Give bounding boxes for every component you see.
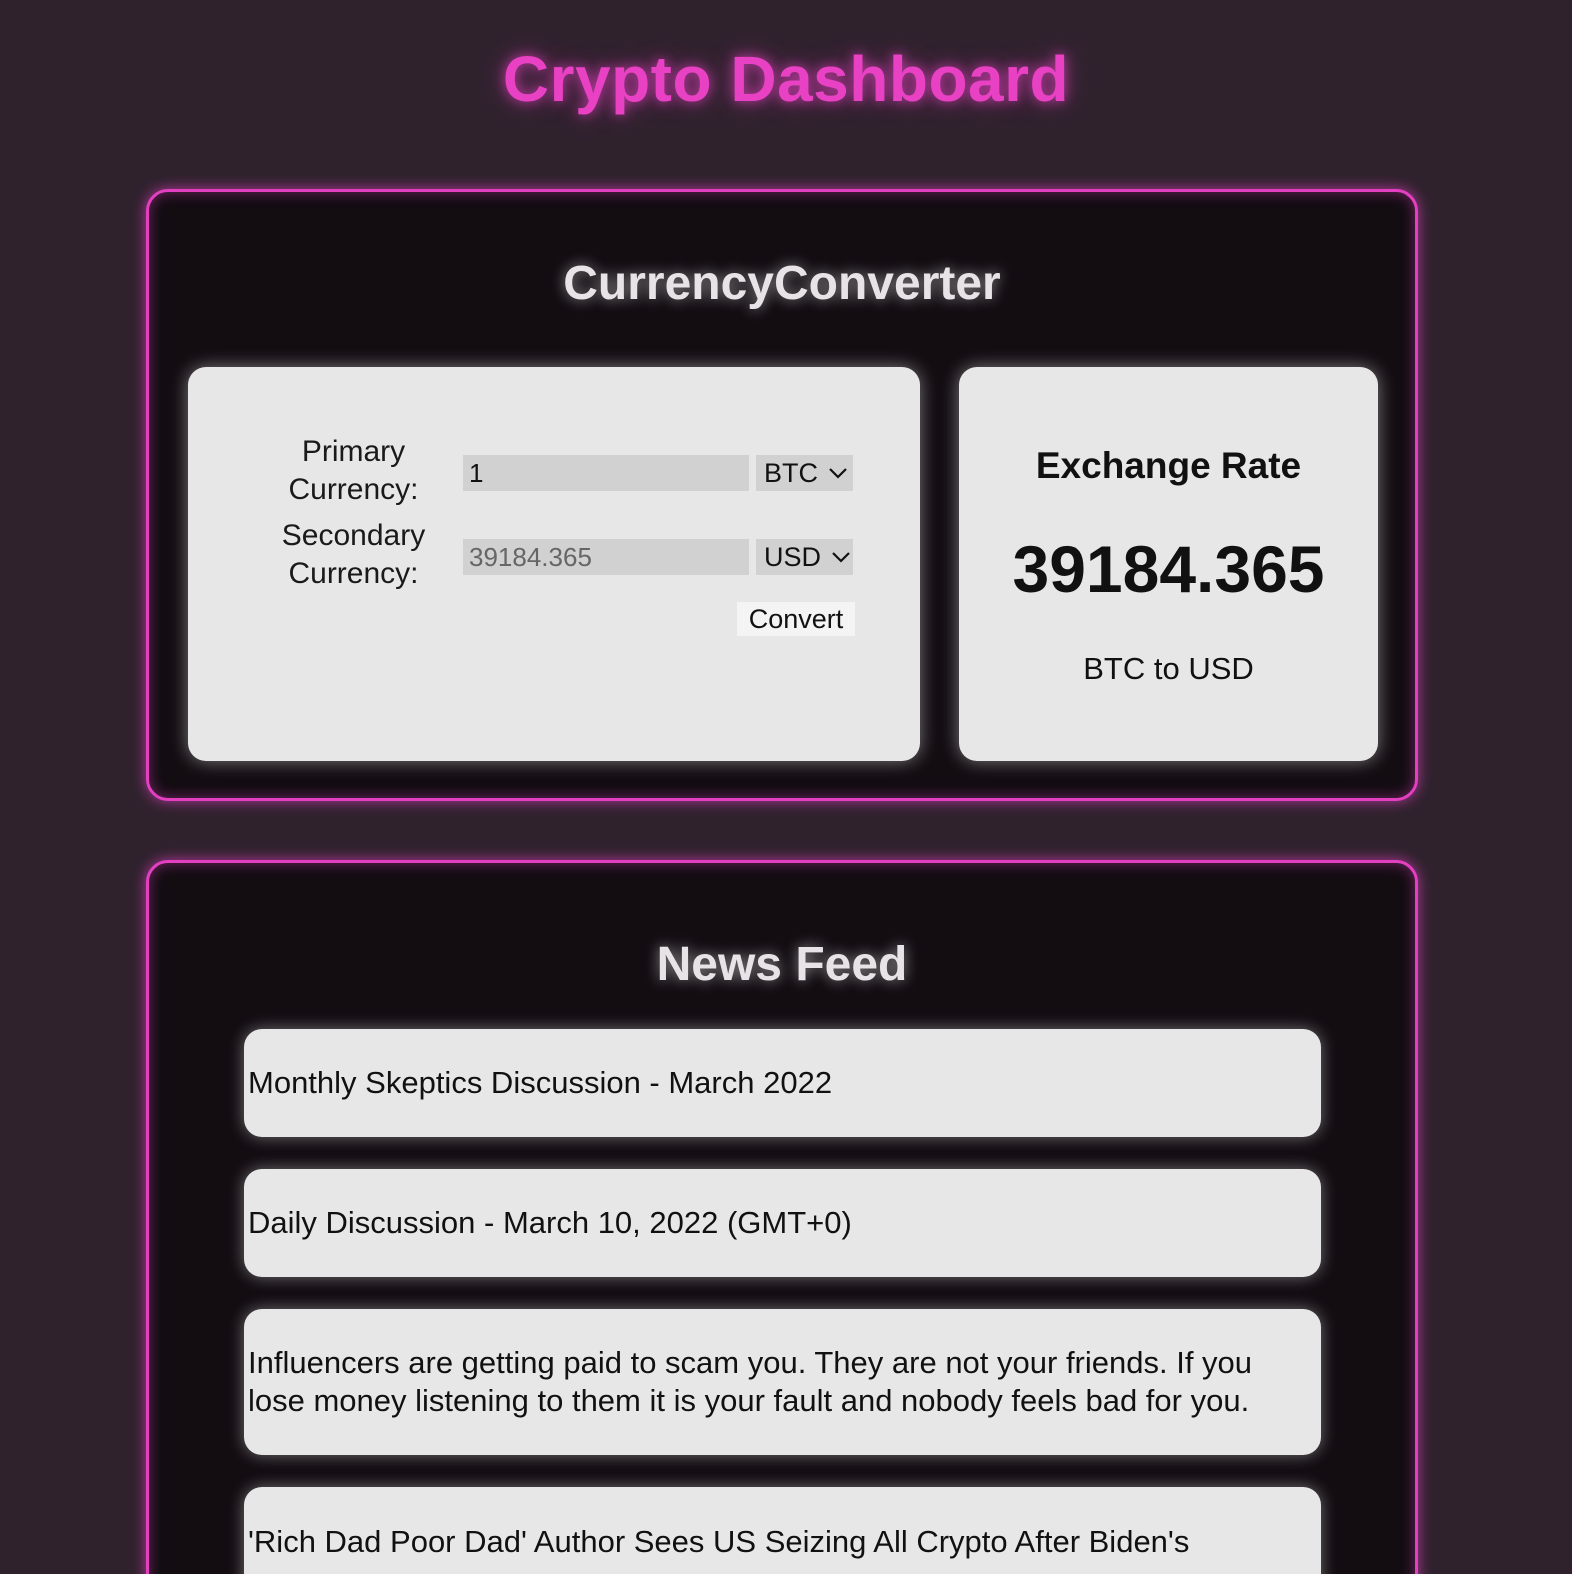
exchange-rate-pair: BTC to USD: [1083, 651, 1254, 686]
secondary-amount-input[interactable]: [463, 539, 749, 575]
converter-form-card: Primary Currency: BTC Secondary Currency…: [188, 367, 920, 761]
page-title: Crypto Dashboard: [502, 43, 1070, 115]
chevron-down-icon: [829, 468, 847, 479]
primary-currency-select[interactable]: BTC: [756, 455, 853, 491]
converter-panel: CurrencyConverter Primary Currency: BTC …: [146, 189, 1418, 801]
primary-currency-value: BTC: [764, 457, 818, 488]
news-feed-title: News Feed: [656, 938, 908, 991]
primary-amount-input[interactable]: [463, 455, 749, 491]
primary-currency-label: Primary Currency:: [288, 435, 419, 506]
news-feed-panel: News Feed Monthly Skeptics Discussion - …: [146, 860, 1418, 1574]
news-item[interactable]: Monthly Skeptics Discussion - March 2022: [244, 1029, 1321, 1137]
secondary-currency-value: USD: [764, 541, 822, 572]
converter-title: CurrencyConverter: [563, 257, 1001, 310]
news-item-title: Influencers are getting paid to scam you…: [248, 1345, 1253, 1418]
news-item[interactable]: Influencers are getting paid to scam you…: [244, 1309, 1321, 1455]
secondary-currency-label: Secondary Currency:: [281, 519, 426, 590]
secondary-currency-select[interactable]: USD: [756, 539, 853, 575]
news-item[interactable]: Daily Discussion - March 10, 2022 (GMT+0…: [244, 1169, 1321, 1277]
exchange-rate-title: Exchange Rate: [1035, 445, 1302, 486]
news-item-title: Monthly Skeptics Discussion - March 2022: [248, 1065, 833, 1100]
news-item-title: 'Rich Dad Poor Dad' Author Sees US Seizi…: [248, 1524, 1190, 1559]
news-item-title: Daily Discussion - March 10, 2022 (GMT+0…: [248, 1205, 852, 1240]
dashboard-page: Crypto Dashboard CurrencyConverter Prima…: [0, 0, 1572, 1574]
convert-button[interactable]: Convert: [737, 602, 855, 636]
news-item[interactable]: 'Rich Dad Poor Dad' Author Sees US Seizi…: [244, 1487, 1321, 1574]
exchange-rate-value: 39184.365: [1012, 532, 1325, 606]
exchange-rate-card: Exchange Rate 39184.365 BTC to USD: [959, 367, 1378, 761]
chevron-down-icon: [832, 552, 850, 563]
